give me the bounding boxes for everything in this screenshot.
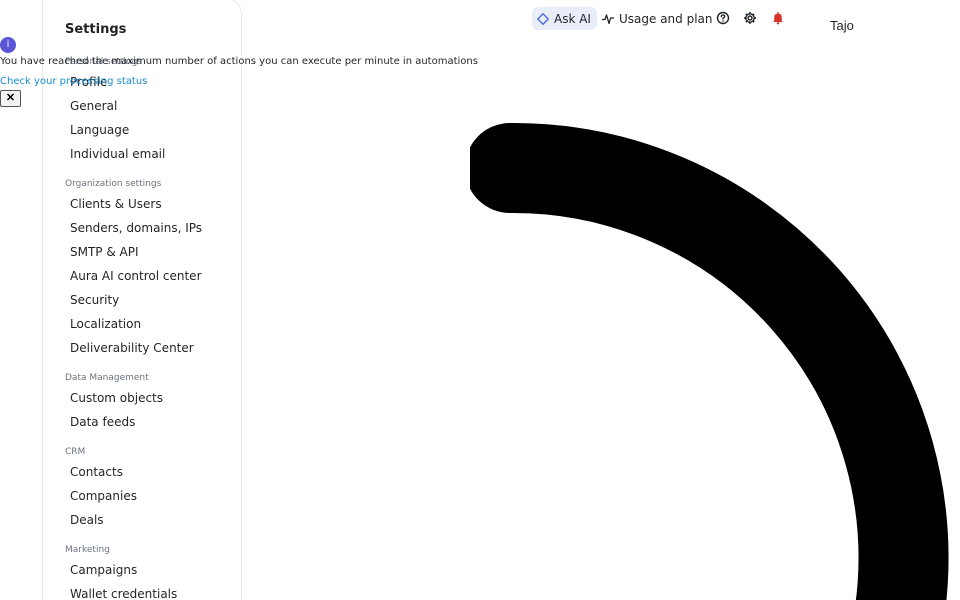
ask-ai-button[interactable]: Ask AI	[532, 7, 597, 30]
sidebar-item-data-feeds[interactable]: Data feeds	[65, 410, 241, 434]
user-name[interactable]: Tajo	[830, 18, 854, 33]
gear-icon[interactable]	[743, 11, 757, 25]
loading-spinner-arc	[470, 122, 949, 600]
sidebar-item-individual-email[interactable]: Individual email	[65, 142, 241, 166]
sidebar-item-general[interactable]: General	[65, 94, 241, 118]
activity-pulse-icon	[602, 13, 614, 24]
usage-plan-label: Usage and plan	[619, 11, 713, 26]
settings-sidebar: Settings Personal settings Profile Gener…	[42, 0, 242, 600]
section-heading-organization: Organization settings	[65, 179, 162, 189]
notice-message: You have reached the maximum number of a…	[0, 56, 478, 67]
sparkle-diamond-icon	[537, 12, 549, 25]
close-notice-button[interactable]: ✕	[0, 90, 21, 107]
processing-status-link[interactable]: Check your processing status	[0, 76, 147, 87]
usage-plan-button[interactable]: Usage and plan	[602, 7, 713, 30]
sidebar-item-aura-ai[interactable]: Aura AI control center	[65, 264, 241, 288]
sidebar-item-security[interactable]: Security	[65, 288, 241, 312]
ask-ai-label: Ask AI	[554, 11, 591, 26]
sidebar-nav: Personal settings Profile General Langua…	[65, 54, 241, 600]
sidebar-item-clients-users[interactable]: Clients & Users	[65, 192, 241, 216]
sidebar-item-language[interactable]: Language	[65, 118, 241, 142]
sidebar-item-smtp-api[interactable]: SMTP & API	[65, 240, 241, 264]
help-circle-icon[interactable]	[716, 11, 730, 25]
sidebar-item-custom-objects[interactable]: Custom objects	[65, 386, 241, 410]
sidebar-item-deliverability[interactable]: Deliverability Center	[65, 336, 241, 360]
sidebar-title: Settings	[65, 22, 127, 37]
sidebar-item-senders[interactable]: Senders, domains, IPs	[65, 216, 241, 240]
sidebar-item-wallet-credentials[interactable]: Wallet credentials	[65, 582, 241, 600]
sidebar-item-deals[interactable]: Deals	[65, 508, 241, 532]
sidebar-item-campaigns[interactable]: Campaigns	[65, 558, 241, 582]
section-heading-crm: CRM	[65, 447, 86, 457]
sidebar-item-contacts[interactable]: Contacts	[65, 460, 241, 484]
sidebar-item-localization[interactable]: Localization	[65, 312, 241, 336]
bell-icon[interactable]	[771, 11, 785, 25]
sidebar-item-companies[interactable]: Companies	[65, 484, 241, 508]
section-heading-data-management: Data Management	[65, 373, 149, 383]
info-icon: i	[0, 37, 16, 53]
section-heading-marketing: Marketing	[65, 545, 110, 555]
